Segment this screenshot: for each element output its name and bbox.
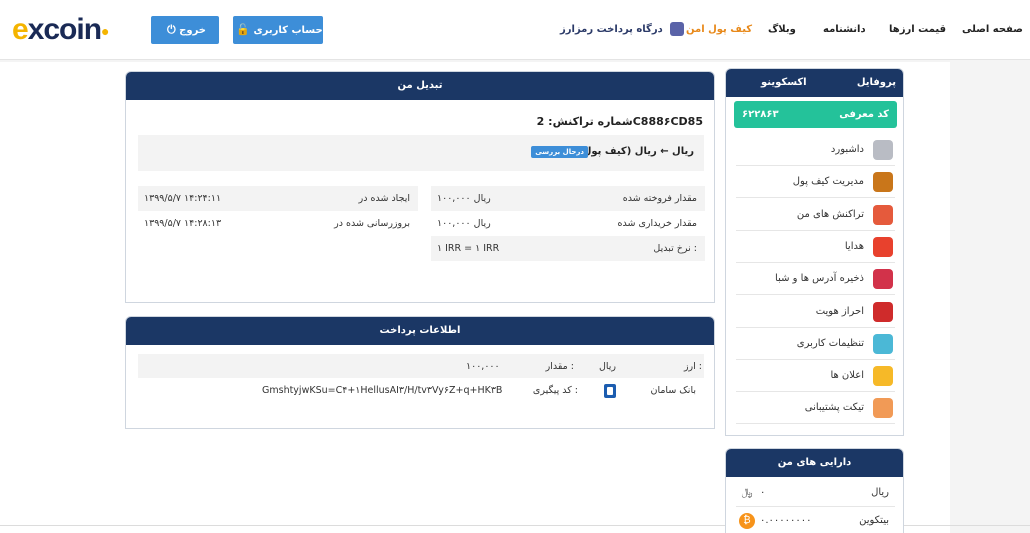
excoino-logo[interactable]: excoin● bbox=[12, 12, 136, 48]
asset-value: ۰ bbox=[760, 487, 766, 498]
bought-value: ریال ۱۰۰,۰۰۰ bbox=[437, 218, 491, 229]
bell-icon bbox=[873, 366, 893, 387]
sidebar-item-label: هدایا bbox=[844, 240, 864, 252]
sidebar-item-label: تیکت پشتیبانی bbox=[804, 402, 864, 414]
asset-label: بیتکوین bbox=[859, 515, 889, 526]
sidebar-item-label: تراکنش های من bbox=[796, 208, 864, 220]
dashboard-icon bbox=[873, 140, 893, 160]
bank-logo-icon bbox=[604, 384, 616, 398]
bitcoin-icon: ₿ bbox=[739, 513, 755, 529]
gift-icon bbox=[873, 236, 893, 257]
nav-gateway-label: درگاه پرداخت رمزارز bbox=[560, 24, 663, 35]
sidebar-item-save[interactable]: ذخیره آدرس ها و شبا bbox=[736, 263, 895, 296]
nav-blog[interactable]: وبلاگ bbox=[768, 0, 796, 60]
profile-title: پروفایل bbox=[856, 77, 896, 88]
bought-label: مقدار خریداری شده bbox=[617, 218, 697, 229]
amount-label: مقدار : bbox=[545, 361, 574, 372]
exchange-pair: ریال ← ریال (کیف پول) bbox=[578, 146, 694, 157]
top-header: excoin● ⏻ خروج 🔓 حساب کاربری درگاه پرداخ… bbox=[0, 0, 1030, 60]
sidebar-item-label: داشبورد bbox=[830, 144, 864, 155]
rate-row: نرخ تبدیل : ۱ IRR = ۱ IRR bbox=[431, 236, 705, 261]
nav-home[interactable]: صفحه اصلی bbox=[962, 0, 1023, 60]
my-exchange-panel: تبدیل من شماره تراکنش: 2C888۶CD85 ریال ←… bbox=[125, 71, 715, 303]
payment-info-panel: اطلاعات پرداخت ارز : ریال مقدار : ۱۰۰,۰۰… bbox=[125, 316, 715, 429]
logout-label: خروج bbox=[179, 25, 207, 36]
profile-panel-head: پروفایل اکسکوینو bbox=[726, 69, 903, 97]
asset-label: ریال bbox=[871, 487, 889, 498]
wallet-icon bbox=[873, 172, 893, 193]
gateway-icon bbox=[670, 22, 685, 36]
account-button[interactable]: 🔓 حساب کاربری bbox=[233, 16, 323, 44]
nav-secure-wallet[interactable]: کیف پول امن bbox=[686, 0, 752, 60]
transactions-icon bbox=[873, 204, 893, 225]
bought-row: مقدار خریداری شده ریال ۱۰۰,۰۰۰ bbox=[431, 211, 705, 236]
bank-name: بانک سامان bbox=[650, 385, 696, 396]
sidebar-item-dashboard[interactable]: داشبورد bbox=[736, 134, 895, 166]
exchange-pair-box: ریال ← ریال (کیف پول) درحال بررسی bbox=[138, 135, 704, 171]
asset-value: ۰.۰۰۰۰۰۰۰۰ bbox=[760, 515, 812, 526]
my-assets-panel: دارایی های من ﷼ ۰ ریال ₿ ۰.۰۰۰۰۰۰۰۰ بیتکوین bbox=[725, 448, 904, 533]
tx-label: شماره تراکنش: bbox=[548, 115, 633, 128]
sold-value: ریال ۱۰۰,۰۰۰ bbox=[437, 193, 491, 204]
nav-academy[interactable]: دانشنامه bbox=[823, 0, 866, 60]
transaction-id: شماره تراکنش: 2C888۶CD85 bbox=[537, 115, 703, 128]
sidebar-item-label: ذخیره آدرس ها و شبا bbox=[775, 273, 864, 285]
created-value: ۱۳۹۹/۵/۷ ۱۴:۲۴:۱۱ bbox=[144, 193, 222, 204]
asset-row: ₿ ۰.۰۰۰۰۰۰۰۰ بیتکوین bbox=[736, 507, 895, 533]
status-badge: درحال بررسی bbox=[531, 146, 588, 158]
referral-label: کد معرفی bbox=[839, 109, 889, 120]
currency-label: ارز : bbox=[683, 361, 702, 372]
sidebar-item-label: مدیریت کیف پول bbox=[792, 176, 864, 188]
sidebar-item-bell[interactable]: اعلان ها bbox=[736, 360, 895, 393]
unlock-icon: 🔓 bbox=[236, 23, 251, 36]
rate-value: ۱ IRR = ۱ IRR bbox=[437, 243, 500, 254]
exchange-panel-title: تبدیل من bbox=[126, 72, 714, 100]
sidebar-item-user-verify[interactable]: احراز هویت bbox=[736, 296, 895, 328]
created-row: ایجاد شده در ۱۳۹۹/۵/۷ ۱۴:۲۴:۱۱ bbox=[138, 186, 418, 211]
sidebar-item-support[interactable]: تیکت پشتیبانی bbox=[736, 392, 895, 425]
rial-icon: ﷼ bbox=[739, 485, 755, 501]
nav-prices[interactable]: قیمت ارزها bbox=[889, 0, 946, 60]
user-verify-icon bbox=[873, 301, 893, 322]
sidebar-item-settings[interactable]: تنظیمات کاربری bbox=[736, 328, 895, 360]
referral-code-box: کد معرفی ۶۲۲۸۶۳ bbox=[734, 101, 897, 128]
support-icon bbox=[873, 398, 893, 419]
updated-row: بروزرسانی شده در ۱۳۹۹/۵/۷ ۱۴:۲۸:۱۳ bbox=[138, 211, 418, 236]
updated-label: بروزرسانی شده در bbox=[334, 218, 410, 229]
payment-strip bbox=[138, 354, 704, 378]
account-label: حساب کاربری bbox=[253, 25, 323, 36]
sidebar-item-gift[interactable]: هدایا bbox=[736, 231, 895, 263]
tracking-value: GmshtyjwKSu=C۴+۱HellusAI۳/H/tv۳Vy۶Z+q+HK… bbox=[262, 385, 503, 396]
sidebar-item-label: تنظیمات کاربری bbox=[796, 337, 864, 349]
rate-label: نرخ تبدیل : bbox=[653, 243, 697, 254]
sidebar-item-transactions[interactable]: تراکنش های من bbox=[736, 199, 895, 231]
nav-crypto-gateway[interactable]: درگاه پرداخت رمزارز bbox=[560, 0, 685, 60]
logout-button[interactable]: ⏻ خروج bbox=[151, 16, 219, 44]
profile-username: اکسکوینو bbox=[761, 77, 807, 88]
sidebar-item-label: اعلان ها bbox=[830, 370, 864, 382]
profile-panel: پروفایل اکسکوینو کد معرفی ۶۲۲۸۶۳ داشبورد… bbox=[725, 68, 904, 436]
tracking-label: کد پیگیری : bbox=[532, 385, 578, 396]
sidebar-item-label: احراز هویت bbox=[815, 305, 864, 317]
amount-value: ۱۰۰,۰۰۰ bbox=[466, 361, 500, 372]
settings-icon bbox=[873, 333, 893, 354]
assets-panel-title: دارایی های من bbox=[726, 449, 903, 477]
updated-value: ۱۳۹۹/۵/۷ ۱۴:۲۸:۱۳ bbox=[144, 218, 222, 229]
save-icon bbox=[873, 269, 893, 290]
asset-row: ﷼ ۰ ریال bbox=[736, 479, 895, 507]
payment-panel-title: اطلاعات پرداخت bbox=[126, 317, 714, 345]
power-icon: ⏻ bbox=[166, 23, 176, 36]
currency-value: ریال bbox=[598, 361, 616, 372]
created-label: ایجاد شده در bbox=[358, 193, 410, 204]
referral-code: ۶۲۲۸۶۳ bbox=[742, 109, 779, 120]
sold-row: مقدار فروخته شده ریال ۱۰۰,۰۰۰ bbox=[431, 186, 705, 211]
sold-label: مقدار فروخته شده bbox=[622, 193, 697, 204]
sidebar-item-wallet[interactable]: مدیریت کیف پول bbox=[736, 166, 895, 199]
